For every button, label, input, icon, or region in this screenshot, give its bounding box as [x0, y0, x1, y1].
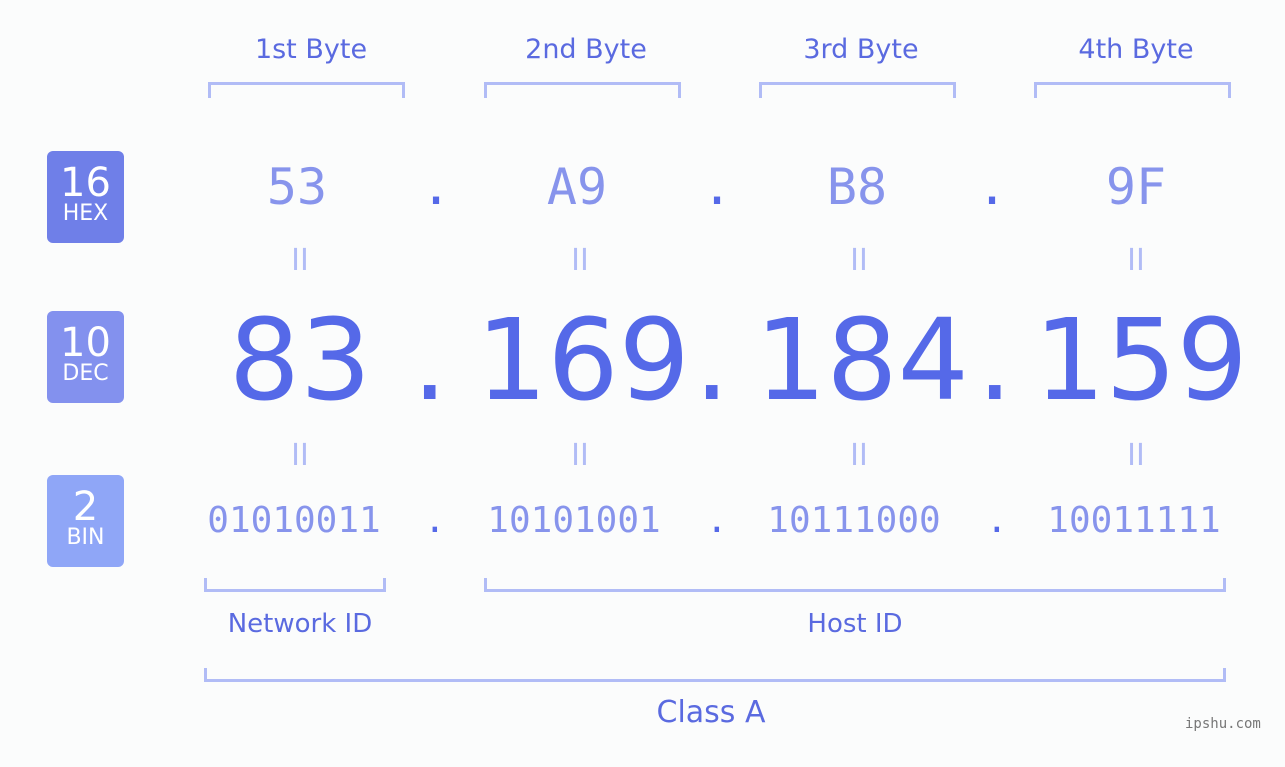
hex-value-1: 53 [266, 158, 328, 216]
equals-sign: II [291, 243, 309, 278]
dec-value-1: 83 [228, 296, 372, 426]
byte-label-3: 3rd Byte [803, 34, 919, 65]
dec-value-4: 159 [1034, 296, 1248, 426]
byte-label-2: 2nd Byte [525, 34, 647, 65]
byte-bracket-3 [759, 82, 956, 98]
equals-sign: II [291, 438, 309, 473]
hex-badge: 16 HEX [47, 151, 124, 243]
byte-bracket-1 [208, 82, 405, 98]
hex-separator: . [421, 158, 452, 216]
bin-value-4: 10011111 [1047, 500, 1221, 541]
network-id-bracket [204, 578, 386, 592]
equals-sign: II [850, 438, 868, 473]
bin-separator: . [986, 500, 1008, 541]
dec-separator: . [977, 296, 1013, 426]
dec-value-2: 169 [476, 296, 690, 426]
host-id-label: Host ID [807, 609, 903, 639]
equals-sign: II [1127, 243, 1145, 278]
dec-separator: . [694, 296, 730, 426]
bin-badge: 2 BIN [47, 475, 124, 567]
byte-bracket-4 [1034, 82, 1231, 98]
host-id-bracket [484, 578, 1226, 592]
dec-separator: . [412, 296, 448, 426]
dec-value-3: 184 [755, 296, 969, 426]
hex-separator: . [977, 158, 1008, 216]
class-label: Class A [656, 695, 766, 730]
dec-base: 10 [60, 320, 111, 366]
watermark: ipshu.com [1185, 716, 1261, 732]
hex-base: 16 [60, 160, 111, 206]
bin-name: BIN [66, 525, 105, 550]
bin-value-2: 10101001 [487, 500, 661, 541]
hex-value-3: B8 [826, 158, 888, 216]
class-bracket [204, 668, 1226, 682]
bin-separator: . [424, 500, 446, 541]
bin-base: 2 [72, 484, 99, 530]
hex-name: HEX [62, 201, 109, 226]
hex-separator: . [702, 158, 733, 216]
hex-value-2: A9 [546, 158, 608, 216]
equals-sign: II [850, 243, 868, 278]
hex-value-4: 9F [1105, 158, 1167, 216]
equals-sign: II [571, 243, 589, 278]
network-id-label: Network ID [227, 609, 373, 639]
equals-sign: II [1127, 438, 1145, 473]
byte-bracket-2 [484, 82, 681, 98]
dec-badge: 10 DEC [47, 311, 124, 403]
dec-name: DEC [62, 361, 109, 386]
bin-value-1: 01010011 [207, 500, 381, 541]
bin-value-3: 10111000 [767, 500, 941, 541]
byte-label-1: 1st Byte [254, 34, 368, 65]
bin-separator: . [706, 500, 728, 541]
equals-sign: II [571, 438, 589, 473]
byte-label-4: 4th Byte [1078, 34, 1194, 65]
